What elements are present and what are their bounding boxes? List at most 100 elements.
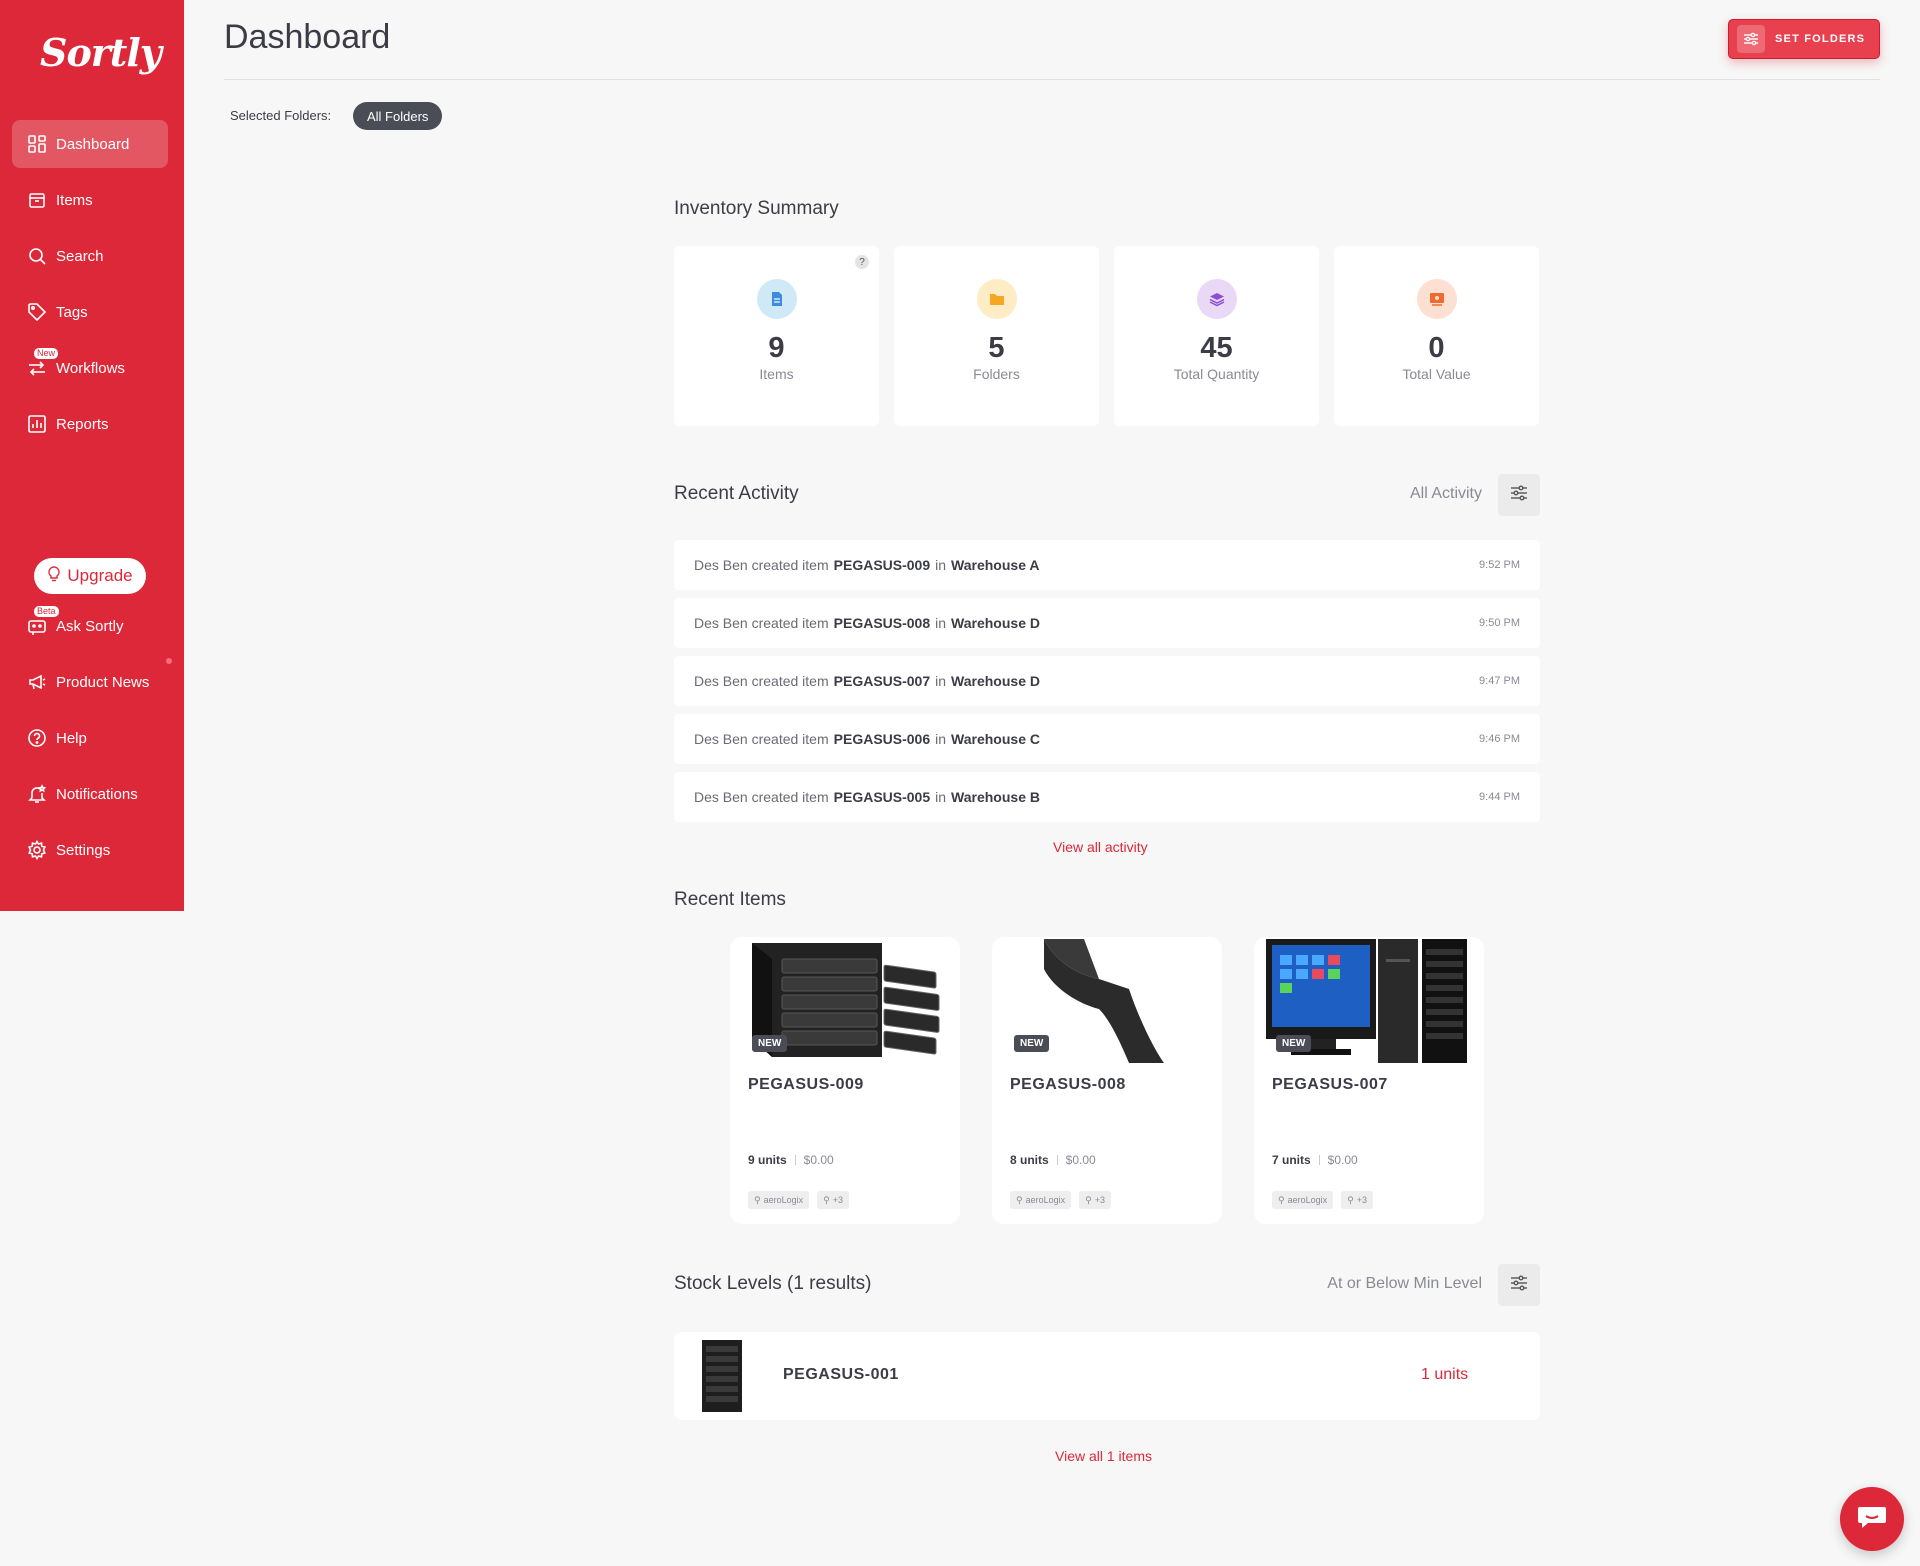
- sidebar-item-tags[interactable]: Tags: [12, 288, 168, 336]
- bell-icon: [26, 783, 48, 805]
- sidebar-item-label: Settings: [56, 841, 111, 859]
- tag-icon: ⚲: [1347, 1194, 1354, 1205]
- sidebar-item-settings[interactable]: Settings: [12, 826, 168, 874]
- sidebar-item-dashboard[interactable]: Dashboard: [12, 120, 168, 168]
- activity-action: created item: [751, 673, 829, 689]
- activity-filter-label[interactable]: All Activity: [1350, 485, 1482, 503]
- stock-item-quantity: 1 units: [1421, 1366, 1469, 1383]
- sidebar-item-workflows[interactable]: New Workflows: [12, 344, 168, 392]
- sidebar-item-reports[interactable]: Reports: [12, 400, 168, 448]
- item-tag-more[interactable]: ⚲ +3: [1341, 1191, 1373, 1209]
- tag-label: +3: [832, 1195, 843, 1205]
- activity-item[interactable]: PEGASUS-005: [834, 789, 930, 805]
- item-card[interactable]: NEW PEGASUS-009 9 units $0.00 ⚲ aeroLogix…: [730, 937, 960, 1224]
- item-tags: ⚲ aeroLogix ⚲ +3: [1272, 1191, 1373, 1209]
- selected-folder-chip[interactable]: All Folders: [353, 102, 443, 130]
- workflow-icon: New: [26, 348, 59, 379]
- stock-levels-title: Stock Levels (1 results): [674, 1273, 872, 1294]
- sortly-logo[interactable]: Sortly: [40, 30, 162, 75]
- item-meta: 9 units $0.00: [748, 1153, 834, 1167]
- item-tag[interactable]: ⚲ aeroLogix: [748, 1191, 810, 1209]
- activity-user: Des Ben: [694, 789, 748, 805]
- stock-level-row[interactable]: PEGASUS-001 1 units: [674, 1332, 1540, 1420]
- item-tag-more[interactable]: ⚲ +3: [817, 1191, 849, 1209]
- sidebar-item-help[interactable]: Help: [12, 714, 168, 762]
- new-badge: NEW: [1014, 1035, 1050, 1052]
- tag-label: aeroLogix: [1287, 1195, 1328, 1205]
- item-tag[interactable]: ⚲ aeroLogix: [1272, 1191, 1334, 1209]
- activity-time: 9:52 PM: [1479, 559, 1520, 571]
- chat-widget-button[interactable]: [1840, 1487, 1904, 1551]
- item-price: $0.00: [1065, 1153, 1096, 1167]
- lightbulb-icon: [47, 565, 61, 587]
- tag-label: aeroLogix: [763, 1195, 804, 1205]
- activity-folder[interactable]: Warehouse A: [951, 557, 1039, 573]
- view-all-items-link[interactable]: View all 1 items: [1055, 1448, 1152, 1464]
- tag-icon: ⚲: [823, 1194, 830, 1205]
- sidebar-item-label: Reports: [56, 415, 109, 433]
- item-card[interactable]: NEW PEGASUS-008 8 units $0.00 ⚲ aeroLogix…: [992, 937, 1222, 1224]
- activity-folder[interactable]: Warehouse D: [951, 615, 1040, 631]
- beta-badge: Beta: [34, 606, 59, 617]
- help-icon[interactable]: ?: [855, 255, 869, 269]
- item-name: PEGASUS-008: [1010, 1076, 1126, 1093]
- summary-label: Items: [759, 366, 794, 382]
- activity-row[interactable]: Des Ben created item PEGASUS-006 in Warehou…: [674, 714, 1540, 764]
- sidebar-item-items[interactable]: Items: [12, 176, 168, 224]
- meta-divider: [1056, 1155, 1058, 1165]
- tag-icon: ⚲: [754, 1194, 761, 1205]
- activity-row[interactable]: Des Ben created item PEGASUS-005 in Warehou…: [674, 772, 1540, 822]
- summary-card-folders[interactable]: 5 Folders: [894, 246, 1099, 426]
- tag-label: aeroLogix: [1025, 1195, 1066, 1205]
- item-units: 9 units: [748, 1153, 787, 1167]
- page-title: Dashboard: [224, 18, 391, 56]
- activity-item[interactable]: PEGASUS-006: [834, 731, 930, 747]
- activity-folder[interactable]: Warehouse C: [951, 731, 1040, 747]
- upgrade-label: Upgrade: [67, 566, 133, 585]
- selected-folders-label: Selected Folders:: [230, 108, 332, 123]
- item-price: $0.00: [1327, 1153, 1358, 1167]
- summary-card-total-value[interactable]: 0 Total Value: [1334, 246, 1539, 426]
- new-badge: NEW: [752, 1035, 788, 1052]
- item-tags: ⚲ aeroLogix ⚲ +3: [748, 1191, 849, 1209]
- upgrade-button[interactable]: Upgrade: [34, 558, 146, 594]
- new-badge: NEW: [1276, 1035, 1312, 1052]
- item-tags: ⚲ aeroLogix ⚲ +3: [1010, 1191, 1111, 1209]
- activity-row[interactable]: Des Ben created item PEGASUS-007 in Warehou…: [674, 656, 1540, 706]
- activity-action: created item: [751, 557, 829, 573]
- set-folders-button[interactable]: SET FOLDERS: [1728, 19, 1880, 59]
- activity-item[interactable]: PEGASUS-008: [834, 615, 930, 631]
- activity-item[interactable]: PEGASUS-009: [834, 557, 930, 573]
- sliders-icon: [1737, 25, 1765, 53]
- item-units: 8 units: [1010, 1153, 1049, 1167]
- activity-filter-button[interactable]: [1498, 474, 1540, 516]
- item-image: NEW: [1266, 939, 1472, 1063]
- summary-card-items[interactable]: ? 9 Items: [674, 246, 879, 426]
- summary-card-total-quantity[interactable]: 45 Total Quantity: [1114, 246, 1319, 426]
- meta-divider: [794, 1155, 796, 1165]
- activity-folder[interactable]: Warehouse D: [951, 673, 1040, 689]
- stock-filter-label[interactable]: At or Below Min Level: [1270, 1275, 1482, 1293]
- view-all-activity-link[interactable]: View all activity: [1053, 839, 1148, 855]
- gear-icon: [26, 839, 48, 861]
- sidebar-item-label: Help: [56, 729, 87, 747]
- summary-value: 9: [768, 332, 785, 364]
- activity-item[interactable]: PEGASUS-007: [834, 673, 930, 689]
- activity-row[interactable]: Des Ben created item PEGASUS-008 in Warehou…: [674, 598, 1540, 648]
- item-card[interactable]: NEW PEGASUS-007 7 units $0.00 ⚲ aeroLogix…: [1254, 937, 1484, 1224]
- activity-row[interactable]: Des Ben created item PEGASUS-009 in Warehou…: [674, 540, 1540, 590]
- sidebar-item-search[interactable]: Search: [12, 232, 168, 280]
- activity-folder[interactable]: Warehouse B: [951, 789, 1040, 805]
- activity-time: 9:46 PM: [1479, 733, 1520, 745]
- sidebar-item-notifications[interactable]: Notifications: [12, 770, 168, 818]
- sidebar-item-product-news[interactable]: Product News: [12, 658, 168, 706]
- item-tag[interactable]: ⚲ aeroLogix: [1010, 1191, 1072, 1209]
- item-tag-more[interactable]: ⚲ +3: [1079, 1191, 1111, 1209]
- tag-icon: ⚲: [1016, 1194, 1023, 1205]
- activity-prep: in: [935, 731, 947, 747]
- sidebar-item-ask-sortly[interactable]: Beta Ask Sortly: [12, 602, 168, 650]
- stock-filter-button[interactable]: [1498, 1264, 1540, 1306]
- folder-icon: [976, 279, 1017, 319]
- sidebar-item-label: Search: [56, 247, 104, 265]
- sidebar-item-label: Notifications: [56, 785, 138, 803]
